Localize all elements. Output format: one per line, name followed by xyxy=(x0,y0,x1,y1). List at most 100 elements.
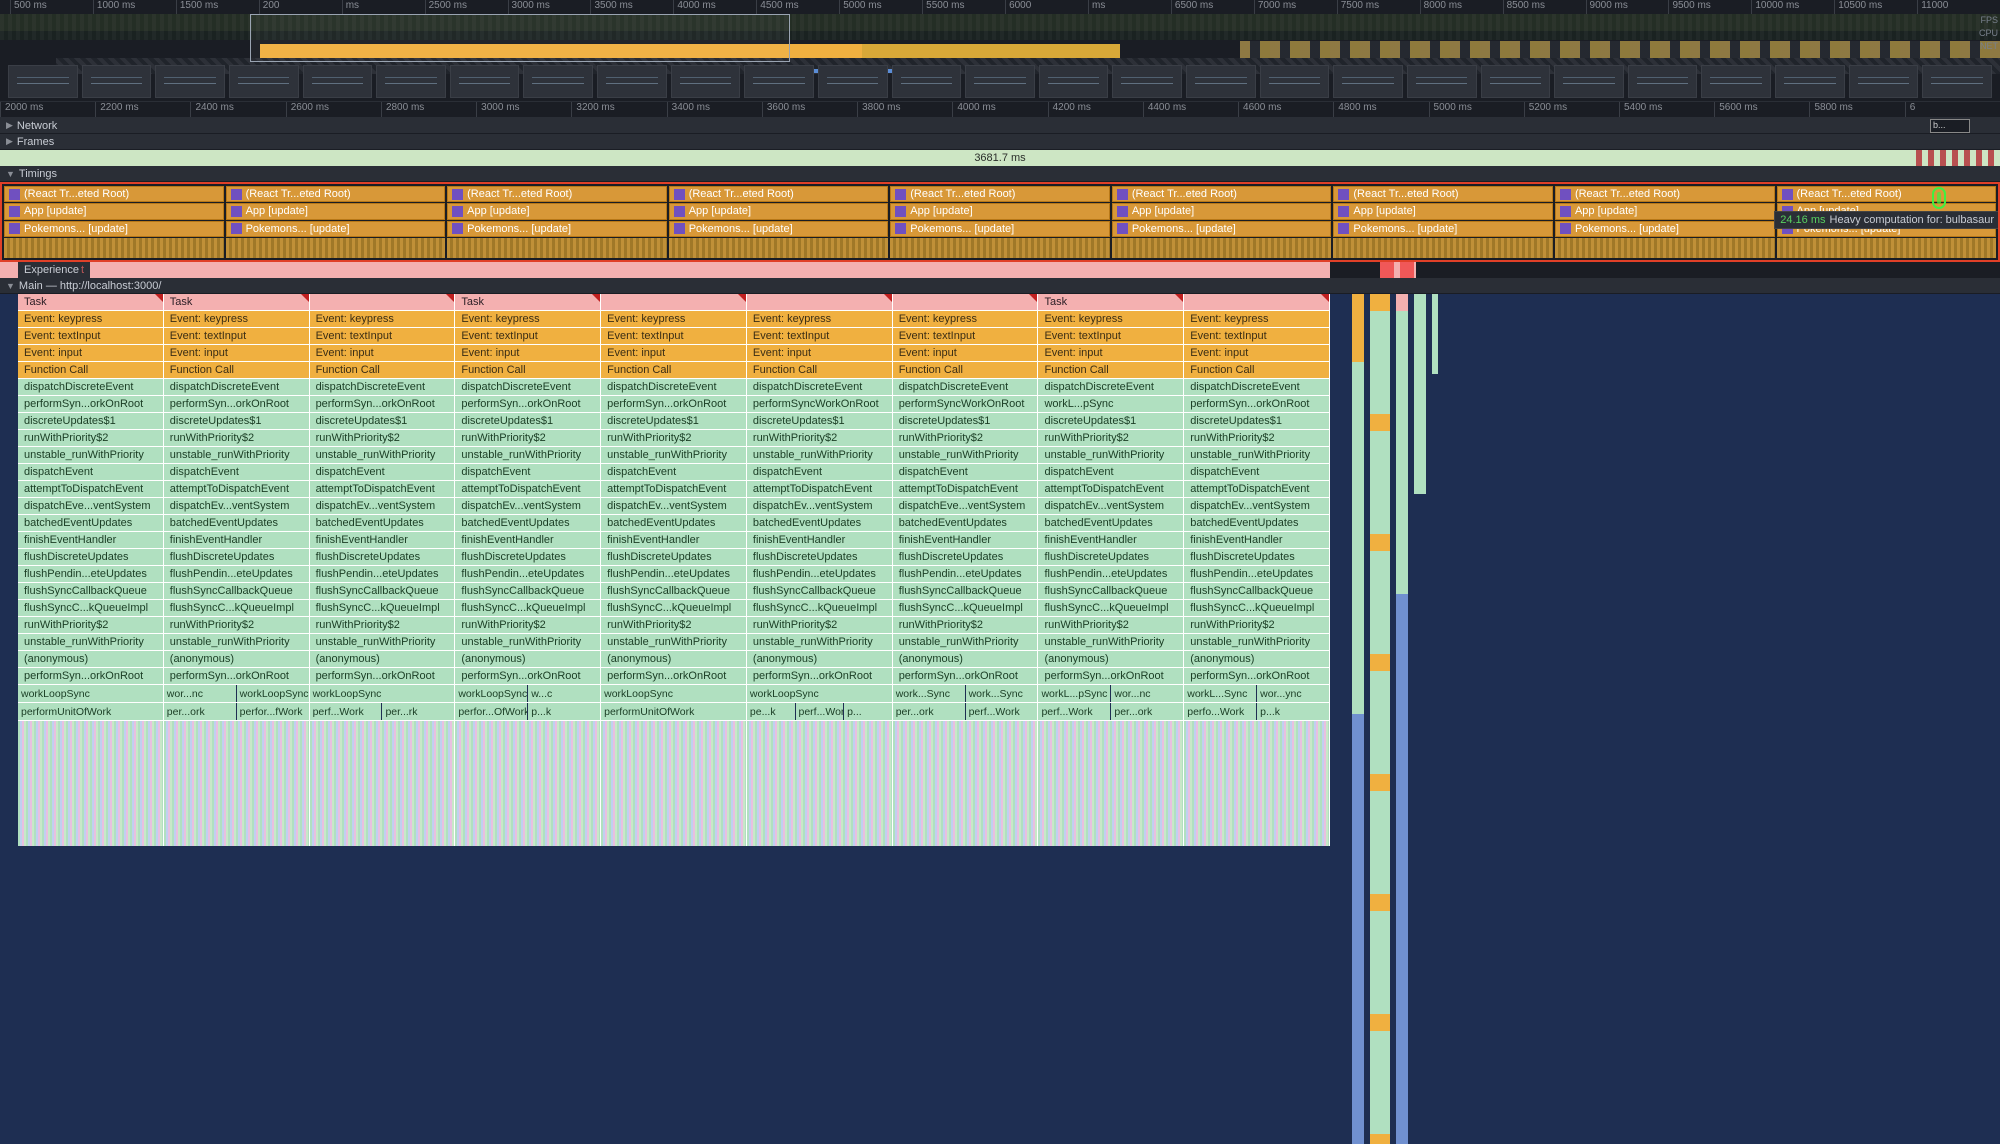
flame-side-strips[interactable] xyxy=(1348,294,2000,1144)
frame-entry[interactable]: perf...Work xyxy=(966,703,1038,720)
frame-entry[interactable]: (anonymous) xyxy=(18,651,163,668)
event-entry[interactable]: Function Call xyxy=(1038,362,1183,379)
event-entry[interactable]: Event: textInput xyxy=(1038,328,1183,345)
frame-entry[interactable]: (anonymous) xyxy=(1184,651,1329,668)
frame-entry[interactable]: flushPendin...eteUpdates xyxy=(601,566,746,583)
frames-strip[interactable]: 3681.7 ms xyxy=(0,150,2000,166)
timings-column[interactable]: (React Tr...eted Root)App [update]Pokemo… xyxy=(447,186,667,258)
frame-entry[interactable]: discreteUpdates$1 xyxy=(455,413,600,430)
frame-entry[interactable]: runWithPriority$2 xyxy=(601,617,746,634)
flame-strip[interactable] xyxy=(1432,294,1438,374)
frame-entry[interactable]: flushSyncCallbackQueue xyxy=(1038,583,1183,600)
frame-entry[interactable]: dispatchEv...ventSystem xyxy=(164,498,309,515)
frame-entry[interactable]: attemptToDispatchEvent xyxy=(164,481,309,498)
frame-entry[interactable]: unstable_runWithPriority xyxy=(747,447,892,464)
frames-panel-header[interactable]: ▶ Frames xyxy=(0,134,2000,150)
frame-entry[interactable]: performSyn...orkOnRoot xyxy=(1038,668,1183,685)
frame-entry[interactable]: unstable_runWithPriority xyxy=(1184,634,1329,651)
filmstrip-frame[interactable] xyxy=(671,65,741,98)
event-entry[interactable]: Event: keypress xyxy=(310,311,455,328)
filmstrip-frame[interactable] xyxy=(1701,65,1771,98)
frame-entry[interactable]: runWithPriority$2 xyxy=(310,617,455,634)
event-entry[interactable]: Event: keypress xyxy=(455,311,600,328)
frame-entry[interactable]: batchedEventUpdates xyxy=(893,515,1038,532)
timings-column[interactable]: (React Tr...eted Root)App [update]Pokemo… xyxy=(669,186,889,258)
frame-entry[interactable]: workLoopSync xyxy=(310,685,455,702)
task-entry[interactable] xyxy=(310,294,455,311)
event-entry[interactable]: Function Call xyxy=(893,362,1038,379)
ruler-selection-box[interactable]: b... xyxy=(1930,119,1970,133)
frame-entry[interactable]: flushDiscreteUpdates xyxy=(310,549,455,566)
frame-entry[interactable]: batchedEventUpdates xyxy=(310,515,455,532)
frame-entry[interactable]: workL...pSync xyxy=(1038,396,1183,413)
frame-entry[interactable]: flushPendin...eteUpdates xyxy=(1038,566,1183,583)
flame-deep-stack[interactable] xyxy=(164,721,309,846)
filmstrip-frame[interactable] xyxy=(450,65,520,98)
frame-entry[interactable]: dispatchDiscreteEvent xyxy=(601,379,746,396)
frame-entry[interactable]: performSyn...orkOnRoot xyxy=(18,668,163,685)
event-entry[interactable]: Event: input xyxy=(1184,345,1329,362)
timings-panel-header[interactable]: ▼ Timings xyxy=(0,166,2000,182)
frame-entry[interactable]: batchedEventUpdates xyxy=(747,515,892,532)
flame-deep-stack[interactable] xyxy=(18,721,163,846)
filmstrip-frame[interactable] xyxy=(1628,65,1698,98)
frame-entry[interactable]: work...Sync xyxy=(893,685,965,702)
frame-entry[interactable]: flushDiscreteUpdates xyxy=(18,549,163,566)
filmstrip-frame[interactable] xyxy=(229,65,299,98)
filmstrip-frame[interactable] xyxy=(1333,65,1403,98)
timings-column[interactable]: (React Tr...eted Root)App [update]Pokemo… xyxy=(890,186,1110,258)
frame-entry[interactable]: dispatchDiscreteEvent xyxy=(747,379,892,396)
event-entry[interactable]: Function Call xyxy=(164,362,309,379)
frame-entry[interactable]: discreteUpdates$1 xyxy=(310,413,455,430)
event-entry[interactable]: Function Call xyxy=(747,362,892,379)
frame-entry[interactable]: performSyn...orkOnRoot xyxy=(310,668,455,685)
flame-column[interactable]: TaskEvent: keypressEvent: textInputEvent… xyxy=(18,294,164,846)
event-entry[interactable]: Event: keypress xyxy=(1184,311,1329,328)
filmstrip-frame[interactable] xyxy=(744,65,814,98)
frame-entry[interactable]: flushSyncCallbackQueue xyxy=(18,583,163,600)
event-entry[interactable]: Event: input xyxy=(601,345,746,362)
frame-entry[interactable]: unstable_runWithPriority xyxy=(310,634,455,651)
experience-entry[interactable] xyxy=(1400,262,1414,278)
frame-entry[interactable]: p... xyxy=(844,703,892,720)
event-entry[interactable]: Event: input xyxy=(310,345,455,362)
frame-entry[interactable]: discreteUpdates$1 xyxy=(164,413,309,430)
timing-entry[interactable]: Pokemons... [update] xyxy=(1112,221,1332,237)
timing-entry[interactable]: (React Tr...eted Root) xyxy=(1777,186,1997,202)
frame-entry[interactable]: wor...nc xyxy=(164,685,236,702)
frame-entry[interactable]: flushSyncCallbackQueue xyxy=(455,583,600,600)
frame-entry[interactable]: attemptToDispatchEvent xyxy=(893,481,1038,498)
timing-entry[interactable]: Pokemons... [update] xyxy=(226,221,446,237)
event-entry[interactable]: Event: keypress xyxy=(747,311,892,328)
frame-entry[interactable]: per...ork xyxy=(893,703,965,720)
frame-entry[interactable]: discreteUpdates$1 xyxy=(601,413,746,430)
frame-entry[interactable]: runWithPriority$2 xyxy=(747,430,892,447)
timing-entry[interactable]: (React Tr...eted Root) xyxy=(226,186,446,202)
event-entry[interactable]: Event: textInput xyxy=(310,328,455,345)
frame-entry[interactable]: flushSyncC...kQueueImpl xyxy=(164,600,309,617)
timing-entry[interactable]: App [update] xyxy=(226,203,446,219)
frame-entry[interactable]: runWithPriority$2 xyxy=(1038,430,1183,447)
frame-entry[interactable]: perfor...OfWork xyxy=(455,703,527,720)
frame-entry[interactable]: attemptToDispatchEvent xyxy=(18,481,163,498)
frame-entry[interactable]: workL...Sync xyxy=(1184,685,1256,702)
frame-entry[interactable]: attemptToDispatchEvent xyxy=(747,481,892,498)
filmstrip-frame[interactable] xyxy=(1922,65,1992,98)
frame-entry[interactable]: dispatchEv...ventSystem xyxy=(455,498,600,515)
frame-entry[interactable]: runWithPriority$2 xyxy=(1038,617,1183,634)
timing-entry[interactable]: (React Tr...eted Root) xyxy=(669,186,889,202)
flame-column[interactable]: Event: keypressEvent: textInputEvent: in… xyxy=(1184,294,1330,846)
timing-entry[interactable]: (React Tr...eted Root) xyxy=(447,186,667,202)
frame-entry[interactable]: discreteUpdates$1 xyxy=(893,413,1038,430)
frame-entry[interactable]: flushSyncCallbackQueue xyxy=(310,583,455,600)
frame-entry[interactable]: performSyn...orkOnRoot xyxy=(1184,668,1329,685)
frame-entry[interactable]: per...ork xyxy=(1111,703,1183,720)
frame-entry[interactable]: flushPendin...eteUpdates xyxy=(164,566,309,583)
filmstrip-frame[interactable] xyxy=(818,65,888,98)
timing-entry[interactable]: App [update] xyxy=(1555,203,1775,219)
flame-deep-stack[interactable] xyxy=(747,721,892,846)
frame-entry[interactable]: flushDiscreteUpdates xyxy=(164,549,309,566)
timing-entry[interactable]: App [update] xyxy=(890,203,1110,219)
frame-entry[interactable]: perf...Work xyxy=(310,703,382,720)
flame-strip[interactable] xyxy=(1396,294,1408,1144)
